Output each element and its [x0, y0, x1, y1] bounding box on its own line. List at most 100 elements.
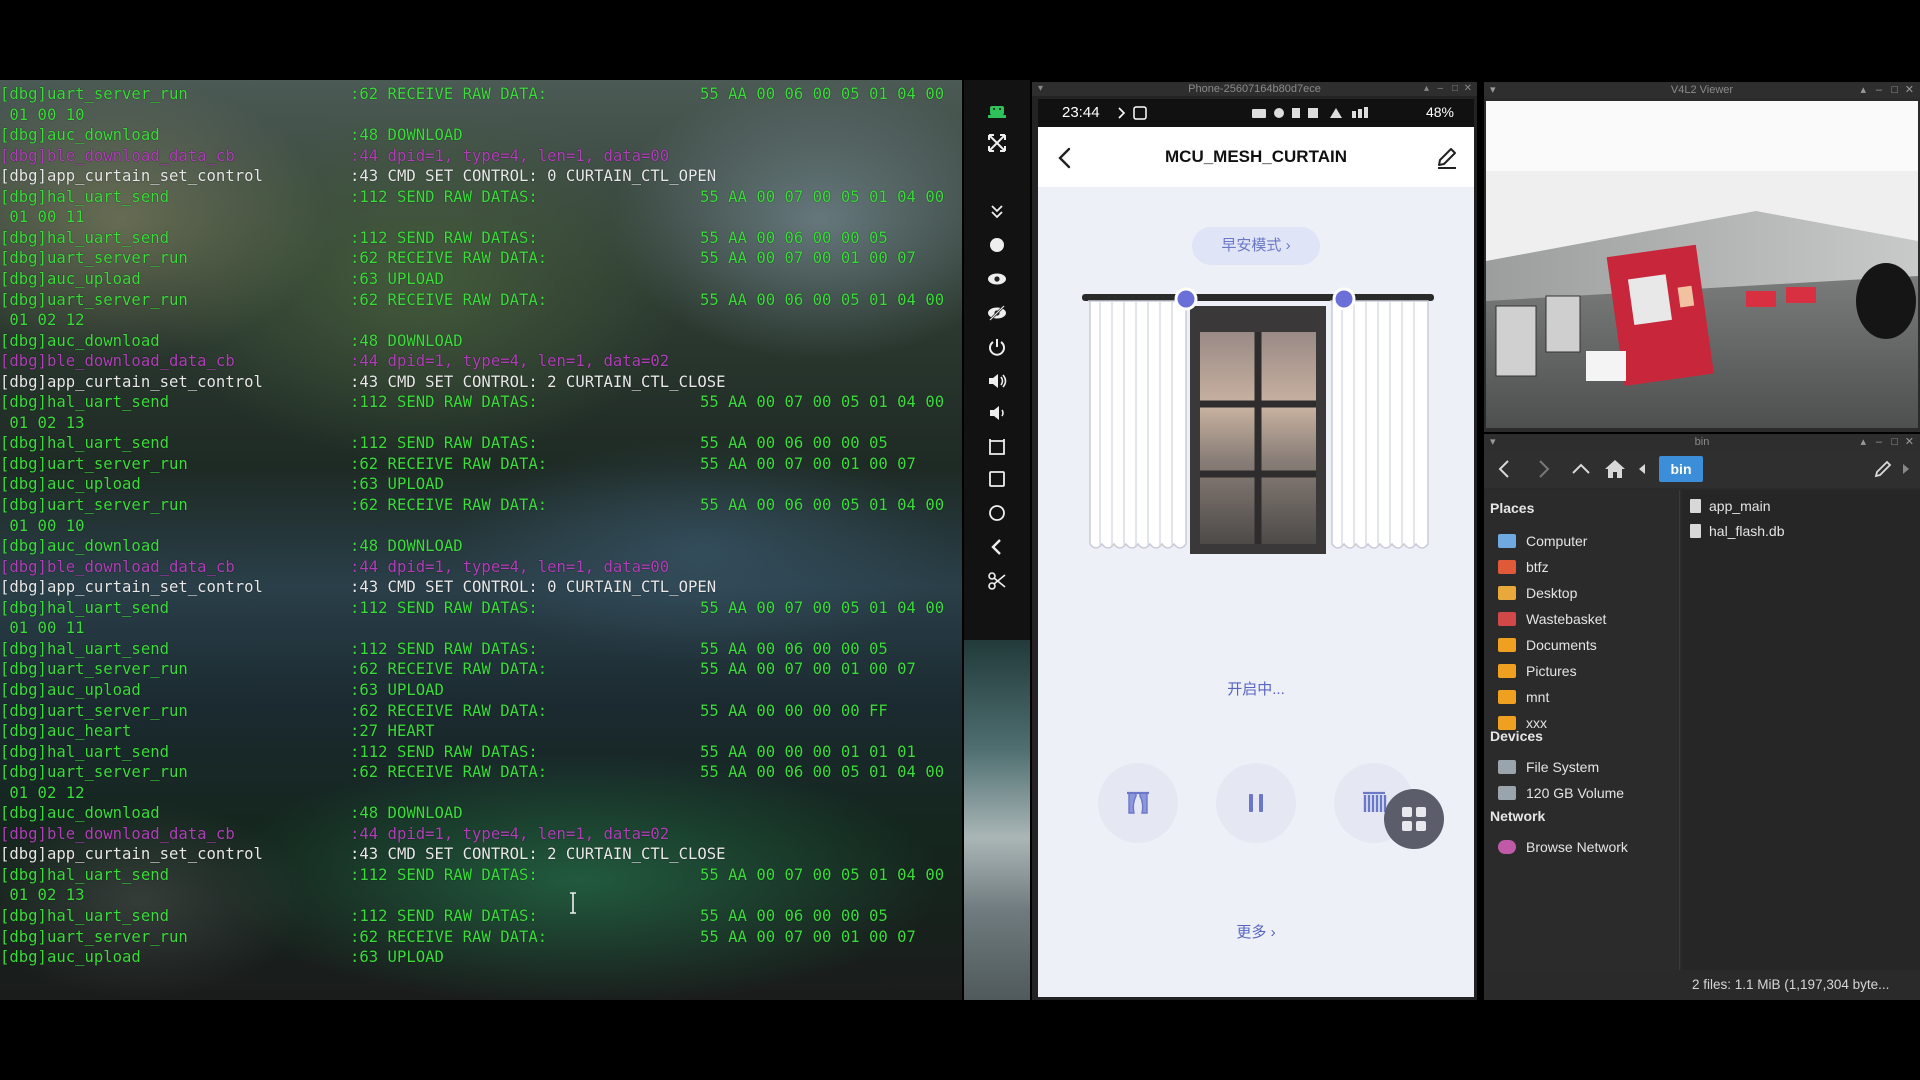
toolbar-back-button[interactable]: [964, 530, 1030, 563]
edit-pencil-icon[interactable]: [1432, 143, 1462, 173]
terminal-line-segment: [dbg]ble_download_data_cb: [0, 824, 235, 843]
path-scroll-left-icon[interactable]: [1634, 456, 1650, 482]
curtain-rail: [1082, 294, 1434, 301]
window-minimize-icon[interactable]: –: [1437, 82, 1443, 96]
toolbar-volume-up-button[interactable]: [964, 364, 1030, 397]
file-manager-titlebar[interactable]: ▾ bin ▴ – □ ✕: [1484, 434, 1920, 450]
drive-icon: [1498, 760, 1516, 774]
toolbar-fullscreen-button[interactable]: [964, 126, 1030, 159]
more-link[interactable]: 更多 ›: [1038, 921, 1474, 942]
window-shade-icon[interactable]: ▴: [1424, 82, 1429, 96]
window-menu-icon[interactable]: ▾: [1038, 82, 1043, 96]
toolbar-volume-down-button[interactable]: [964, 396, 1030, 429]
desktop-wallpaper-strip: [964, 640, 1030, 1000]
window-close-icon[interactable]: ✕: [1905, 83, 1914, 97]
pause-curtain-button[interactable]: [1216, 763, 1296, 843]
v4l2-titlebar[interactable]: ▾ V4L2 Viewer ▴ – □ ✕: [1484, 82, 1920, 98]
terminal-line: [dbg]auc_upload:63 UPLOAD: [0, 680, 962, 701]
back-icon[interactable]: [1492, 456, 1518, 482]
file-item[interactable]: app_main: [1690, 496, 1771, 516]
window-close-icon[interactable]: ✕: [1464, 82, 1472, 96]
terminal-line: [dbg]hal_uart_send:112 SEND RAW DATAS: 55…: [0, 865, 962, 886]
terminal-line-segment: [dbg]auc_download: [0, 331, 160, 350]
window-maximize-icon[interactable]: □: [1452, 82, 1458, 96]
terminal-line-segment: [dbg]uart_server_run: [0, 927, 188, 946]
terminal-line-segment: :63 UPLOAD: [350, 475, 444, 494]
terminal-line-segment: 55 AA 00 06 00 00 05: [700, 228, 888, 247]
screenshot-icon: [988, 571, 1006, 590]
status-time: 23:44: [1062, 104, 1100, 121]
toolbar-power-button[interactable]: [964, 330, 1030, 363]
text-cursor-icon: [570, 892, 576, 914]
toolbar-record-button[interactable]: [964, 228, 1030, 261]
path-scroll-right-icon[interactable]: [1898, 456, 1914, 482]
toolbar-home-button[interactable]: [964, 496, 1030, 529]
folder-icon: [1498, 690, 1516, 704]
computer-icon: [1498, 534, 1516, 548]
toolbar-screenshot-button[interactable]: [964, 564, 1030, 597]
terminal-line-segment: :62 RECEIVE RAW DATA:: [350, 85, 548, 103]
terminal-line-segment: [dbg]uart_server_run: [0, 701, 188, 720]
terminal-line-segment: 55 AA 00 07 00 05 01 04 00: [700, 187, 945, 206]
toolbar-eye-button[interactable]: [964, 262, 1030, 295]
scene-mode-chip[interactable]: 早安模式 ›: [1192, 227, 1320, 265]
terminal-line-segment: :112 SEND RAW DATAS:: [350, 393, 538, 412]
left-curtain-handle: [1174, 287, 1198, 311]
sidebar-item-btfz[interactable]: btfz: [1498, 556, 1678, 578]
home-icon[interactable]: [1602, 456, 1628, 482]
file-item[interactable]: hal_flash.db: [1690, 521, 1785, 541]
sidebar-item-documents[interactable]: Documents: [1498, 634, 1678, 656]
terminal-line-segment: :27 HEART: [350, 722, 435, 741]
open-curtain-button[interactable]: [1098, 763, 1178, 843]
terminal-window[interactable]: [dbg]uart_server_run :62 RECEIVE RAW DATA…: [0, 80, 962, 1000]
forward-icon[interactable]: [1530, 456, 1556, 482]
path-button-bin[interactable]: bin: [1659, 456, 1703, 482]
window-menu-icon[interactable]: ▾: [1490, 83, 1496, 97]
terminal-line-segment: [dbg]uart_server_run: [0, 496, 188, 514]
window-maximize-icon[interactable]: □: [1891, 83, 1898, 97]
window-minimize-icon[interactable]: –: [1876, 83, 1882, 97]
edit-path-icon[interactable]: [1870, 456, 1896, 482]
toolbar-eye-off-button[interactable]: [964, 296, 1030, 329]
sidebar-item-pictures[interactable]: Pictures: [1498, 660, 1678, 682]
phone-screen[interactable]: 23:44 48% MCU_MESH_CURTAIN 早安模式 › 开启中...…: [1038, 99, 1474, 997]
sidebar-item-mnt[interactable]: mnt: [1498, 686, 1678, 708]
terminal-line-segment: [dbg]hal_uart_send: [0, 187, 169, 206]
terminal-line: [dbg]auc_upload:63 UPLOAD: [0, 269, 962, 290]
sidebar-item-browse-network[interactable]: Browse Network: [1498, 836, 1678, 858]
app-title: MCU_MESH_CURTAIN: [1165, 147, 1347, 166]
toolbar-android-button[interactable]: [964, 92, 1030, 125]
terminal-line-segment: 55 AA 00 06 00 05 01 04 00: [700, 85, 945, 103]
toolbar-collapse-button[interactable]: [964, 194, 1030, 227]
sidebar-item-wastebasket[interactable]: Wastebasket: [1498, 608, 1678, 630]
eye-off-icon: [988, 304, 1006, 321]
terminal-line: [dbg]app_curtain_set_control:43 CMD SET …: [0, 577, 962, 598]
terminal-line-segment: [dbg]hal_uart_send: [0, 434, 169, 453]
camera-feed: [1486, 101, 1918, 428]
sidebar-item-file-system[interactable]: File System: [1498, 756, 1678, 778]
sidebar-item-computer[interactable]: Computer: [1498, 530, 1678, 552]
terminal-line-segment: [dbg]hal_uart_send: [0, 907, 169, 925]
window-minimize-icon[interactable]: –: [1876, 435, 1882, 449]
terminal-line-segment: 01 00 11: [0, 619, 85, 638]
toolbar-rotate-button[interactable]: [964, 430, 1030, 463]
window-shade-icon[interactable]: ▴: [1860, 83, 1866, 97]
parent-folder-icon[interactable]: [1568, 456, 1594, 482]
window-close-icon[interactable]: ✕: [1905, 435, 1914, 449]
curtain-visual[interactable]: [1078, 284, 1438, 584]
file-manager-statusbar: 2 files: 1.1 MiB (1,197,304 byte...: [1682, 970, 1920, 1000]
pause-icon: [1249, 794, 1263, 812]
phone-window-titlebar[interactable]: ▾ Phone-25607164b80d7ece ▴ – □ ✕: [1032, 82, 1477, 96]
window-maximize-icon[interactable]: □: [1891, 435, 1898, 449]
home-icon: [989, 504, 1005, 521]
terminal-line-segment: :63 UPLOAD: [350, 269, 444, 288]
sidebar-item-120-gb-volume[interactable]: 120 GB Volume: [1498, 782, 1678, 804]
floating-menu-button[interactable]: [1384, 789, 1444, 849]
window-shade-icon[interactable]: ▴: [1860, 435, 1866, 449]
terminal-line-segment: :62 RECEIVE RAW DATA:: [350, 496, 548, 514]
window-menu-icon[interactable]: ▾: [1490, 435, 1496, 449]
sidebar-item-desktop[interactable]: Desktop: [1498, 582, 1678, 604]
toolbar-overview-button[interactable]: [964, 462, 1030, 495]
file-list[interactable]: app_main hal_flash.db: [1682, 490, 1920, 970]
terminal-line: 01 02 12: [0, 783, 962, 804]
